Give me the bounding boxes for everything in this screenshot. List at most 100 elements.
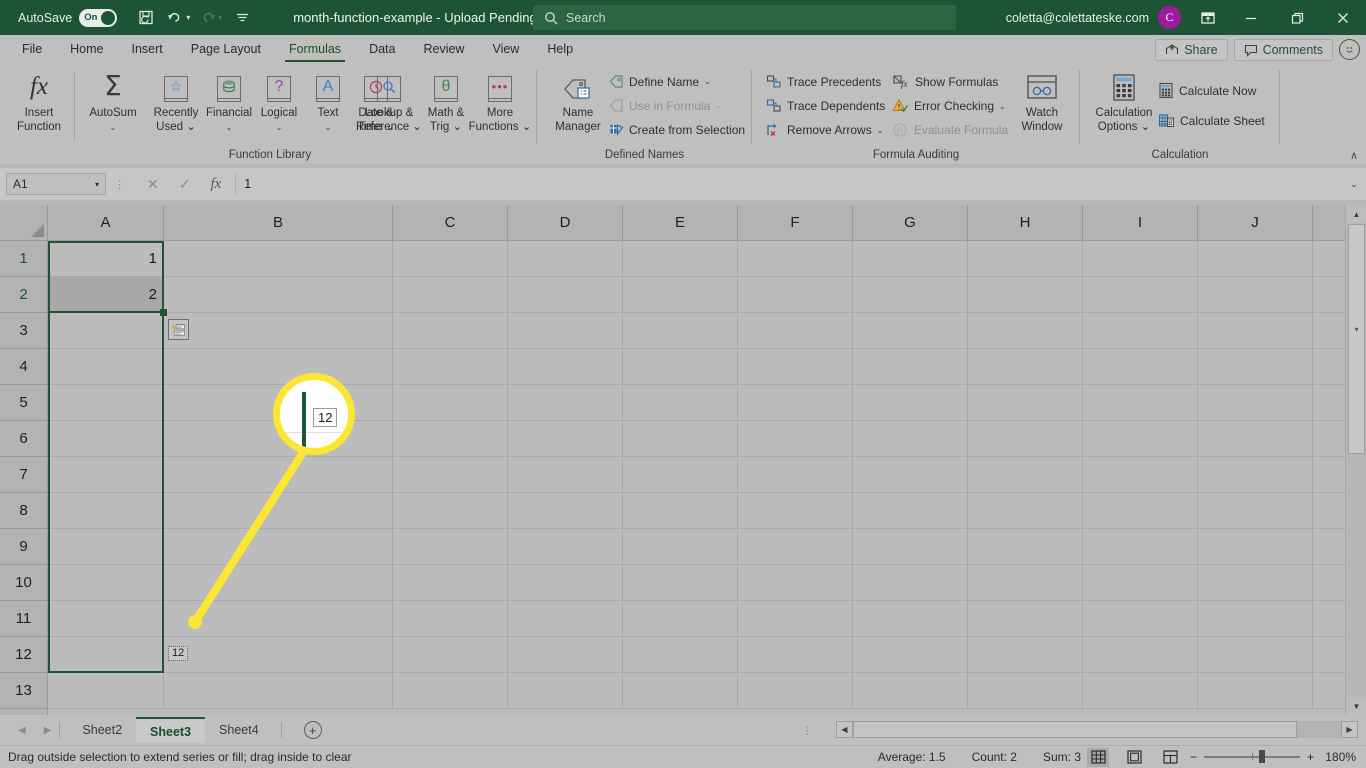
cell-G1[interactable] (853, 241, 968, 276)
column-header-e[interactable]: E (623, 205, 738, 240)
insert-function-icon[interactable]: fx (210, 176, 221, 193)
cell-B3[interactable] (164, 313, 393, 348)
cell-J5[interactable] (1198, 385, 1313, 420)
cell-A4[interactable] (48, 349, 164, 384)
cell-J7[interactable] (1198, 457, 1313, 492)
cell-A6[interactable] (48, 421, 164, 456)
cell-H3[interactable] (968, 313, 1083, 348)
horizontal-split-grip[interactable]: ⋮ (802, 724, 813, 737)
calculate-now-button[interactable]: Calculate Now (1158, 82, 1256, 99)
stat-average[interactable]: Average: 1.5 (878, 750, 946, 764)
show-formulas-button[interactable]: fx Show Formulas (892, 74, 998, 90)
row-header-5[interactable]: 5 (0, 385, 47, 421)
undo-icon[interactable]: ▾ (163, 5, 193, 31)
cell-C8[interactable] (393, 493, 508, 528)
avatar[interactable]: C (1158, 6, 1181, 29)
tab-home[interactable]: Home (56, 35, 117, 64)
cell-D8[interactable] (508, 493, 623, 528)
cell-E3[interactable] (623, 313, 738, 348)
cell-A9[interactable] (48, 529, 164, 564)
cell-B1[interactable] (164, 241, 393, 276)
cell-H2[interactable] (968, 277, 1083, 312)
scroll-left-button[interactable]: ◀ (836, 720, 853, 738)
cell-C12[interactable] (393, 637, 508, 672)
cell-I10[interactable] (1083, 565, 1198, 600)
cell-J11[interactable] (1198, 601, 1313, 636)
text-button[interactable]: A Text ⌄ (306, 69, 350, 134)
cell-C5[interactable] (393, 385, 508, 420)
cell-E8[interactable] (623, 493, 738, 528)
column-header-g[interactable]: G (853, 205, 968, 240)
tab-file[interactable]: File (8, 35, 56, 64)
cell-D2[interactable] (508, 277, 623, 312)
document-title[interactable]: month-function-example - Upload Pending … (293, 10, 552, 25)
cell-F5[interactable] (738, 385, 853, 420)
cell-H1[interactable] (968, 241, 1083, 276)
cell-D9[interactable] (508, 529, 623, 564)
collapse-ribbon-button[interactable]: ∧ (1350, 149, 1358, 162)
name-manager-button[interactable]: Name Manager (545, 69, 611, 134)
cell-B7[interactable] (164, 457, 393, 492)
cell-F7[interactable] (738, 457, 853, 492)
share-button[interactable]: Share (1155, 38, 1228, 61)
cell-B2[interactable] (164, 277, 393, 312)
cell-D7[interactable] (508, 457, 623, 492)
vertical-scrollbar[interactable]: ▲ ▾ ▼ (1345, 205, 1366, 715)
cell-I7[interactable] (1083, 457, 1198, 492)
cell-B8[interactable] (164, 493, 393, 528)
zoom-in-button[interactable]: + (1307, 750, 1314, 764)
cell-I13[interactable] (1083, 673, 1198, 708)
cell-H8[interactable] (968, 493, 1083, 528)
cell-E12[interactable] (623, 637, 738, 672)
cell-C4[interactable] (393, 349, 508, 384)
logical-button[interactable]: ? Logical ⌄ (251, 69, 307, 134)
autosum-button[interactable]: Σ AutoSum ⌄ (82, 69, 144, 134)
column-header-i[interactable]: I (1083, 205, 1198, 240)
cell-D3[interactable] (508, 313, 623, 348)
cell-H9[interactable] (968, 529, 1083, 564)
row-header-11[interactable]: 11 (0, 601, 47, 637)
row-header-13[interactable]: 13 (0, 673, 47, 709)
evaluate-formula-button[interactable]: fx Evaluate Formula (892, 122, 1008, 138)
tab-review[interactable]: Review (409, 35, 478, 64)
cell-E11[interactable] (623, 601, 738, 636)
sheet-tab-sheet4[interactable]: Sheet4 (205, 717, 273, 743)
cell-G9[interactable] (853, 529, 968, 564)
horizontal-scroll-track[interactable] (853, 720, 1341, 738)
cell-I11[interactable] (1083, 601, 1198, 636)
cell-B6[interactable] (164, 421, 393, 456)
cell-E7[interactable] (623, 457, 738, 492)
cell-G2[interactable] (853, 277, 968, 312)
cell-F2[interactable] (738, 277, 853, 312)
cell-G7[interactable] (853, 457, 968, 492)
trace-precedents-button[interactable]: Trace Precedents (766, 74, 881, 90)
cell-I3[interactable] (1083, 313, 1198, 348)
restore-icon[interactable] (1274, 0, 1320, 35)
tab-help[interactable]: Help (533, 35, 587, 64)
scroll-up-button[interactable]: ▲ (1346, 205, 1366, 223)
define-name-button[interactable]: Define Name ⌄ (609, 74, 711, 89)
cell-A7[interactable] (48, 457, 164, 492)
stat-count[interactable]: Count: 2 (972, 750, 1017, 764)
cell-D1[interactable] (508, 241, 623, 276)
row-header-7[interactable]: 7 (0, 457, 47, 493)
cell-H4[interactable] (968, 349, 1083, 384)
cell-G10[interactable] (853, 565, 968, 600)
cell-J10[interactable] (1198, 565, 1313, 600)
cell-J6[interactable] (1198, 421, 1313, 456)
close-icon[interactable] (1320, 0, 1366, 35)
row-header-1[interactable]: 1 (0, 241, 47, 277)
cell-B11[interactable] (164, 601, 393, 636)
row-header-2[interactable]: 2 (0, 277, 47, 313)
tab-page-layout[interactable]: Page Layout (177, 35, 275, 64)
cell-H11[interactable] (968, 601, 1083, 636)
lookup-reference-button[interactable]: Lookup & Reference ⌄ (356, 69, 422, 134)
column-header-d[interactable]: D (508, 205, 623, 240)
cell-J9[interactable] (1198, 529, 1313, 564)
normal-view-button[interactable] (1087, 747, 1109, 767)
remove-arrows-button[interactable]: Remove Arrows ⌄ (766, 122, 883, 138)
cell-I6[interactable] (1083, 421, 1198, 456)
cell-C7[interactable] (393, 457, 508, 492)
use-in-formula-button[interactable]: Use in Formula ⌄ (609, 98, 722, 113)
create-from-selection-button[interactable]: Create from Selection (609, 122, 745, 137)
